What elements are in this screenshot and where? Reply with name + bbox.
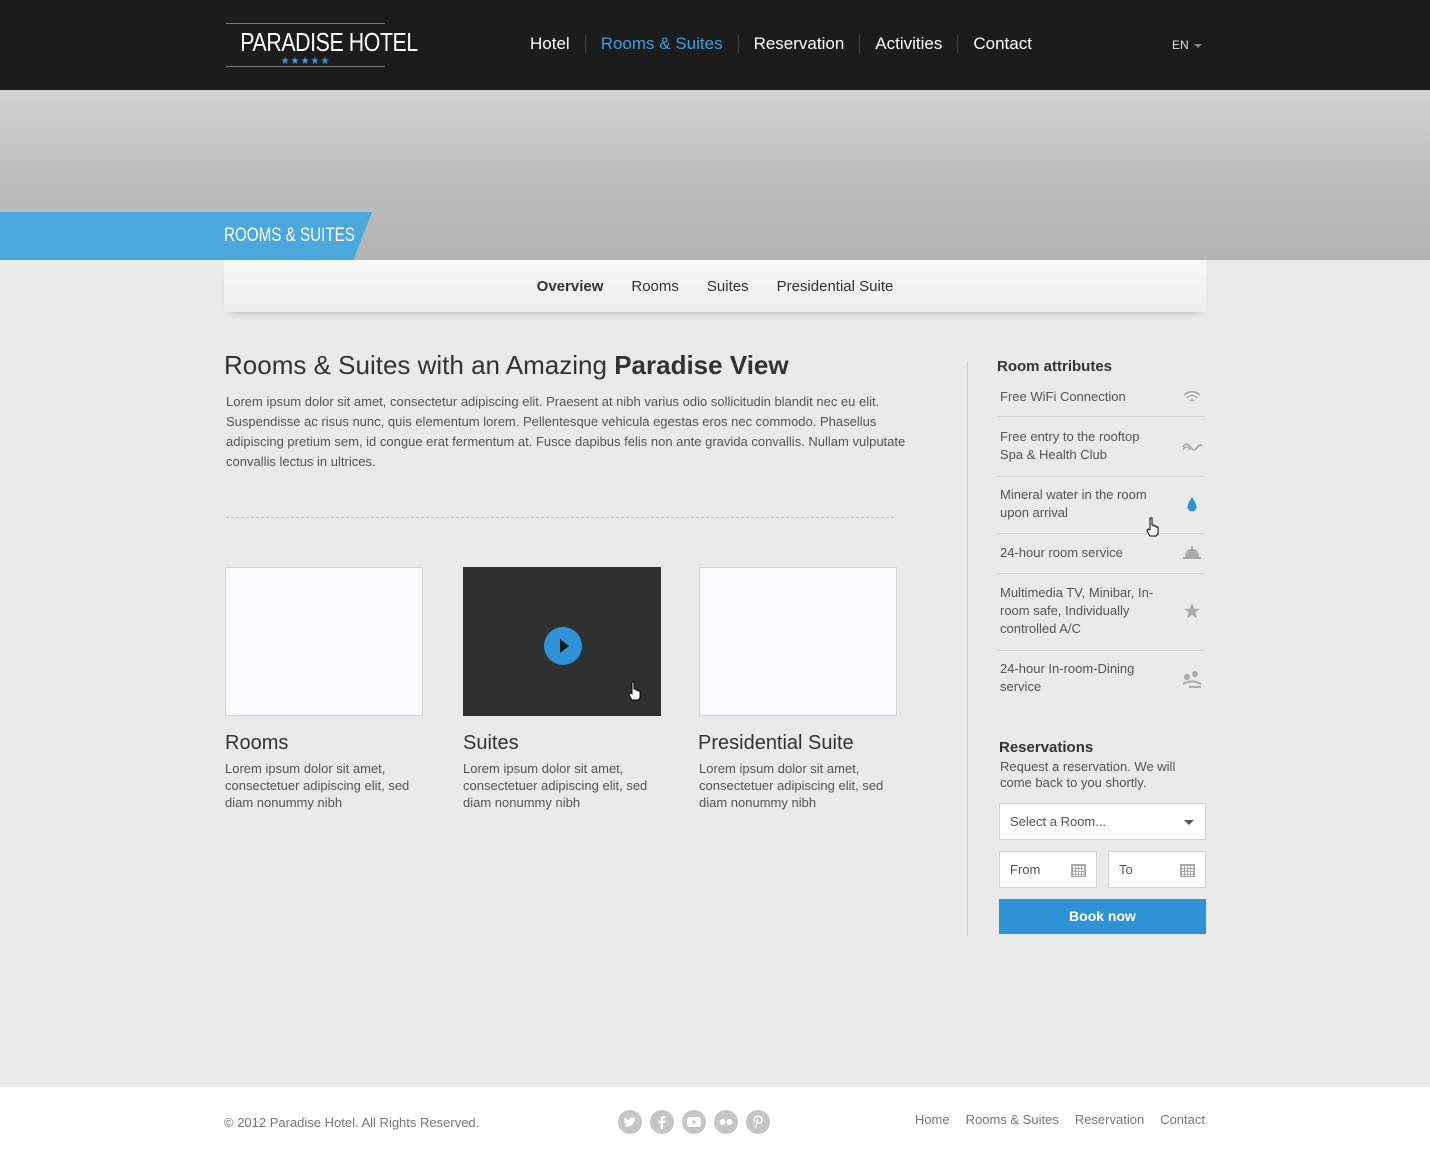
card-title[interactable]: Rooms [225, 732, 423, 755]
nav-item-contact[interactable]: Contact [957, 34, 1047, 54]
star-icon [1181, 600, 1203, 622]
spa-icon [1181, 436, 1203, 458]
card-title[interactable]: Presidential Suite [698, 732, 897, 755]
attribute-label: Multimedia TV, Minibar, In-room safe, In… [1000, 585, 1154, 636]
chevron-down-icon [1184, 820, 1194, 825]
footer-link-reservation[interactable]: Reservation [1075, 1112, 1144, 1127]
book-now-button[interactable]: Book now [999, 899, 1206, 934]
attribute-item: Multimedia TV, Minibar, In-room safe, In… [997, 574, 1205, 651]
social-links [618, 1110, 770, 1134]
footer-link-contact[interactable]: Contact [1160, 1112, 1205, 1127]
nav-item-reservation[interactable]: Reservation [737, 34, 860, 54]
footer-link-rooms-suites[interactable]: Rooms & Suites [966, 1112, 1059, 1127]
card-rooms: Rooms Lorem ipsum dolor sit amet, consec… [225, 567, 423, 811]
from-date-field[interactable]: From [999, 851, 1097, 888]
reservations-heading: Reservations [999, 739, 1094, 756]
presidential-suite-thumbnail[interactable] [699, 567, 897, 716]
attribute-item: 24-hour In-room-Dining service [997, 651, 1205, 707]
section-heading: Rooms & Suites with an Amazing Paradise … [224, 350, 789, 381]
attribute-label: 24-hour In-room-Dining service [1000, 661, 1135, 694]
youtube-icon[interactable] [682, 1110, 706, 1134]
logo-stars: ★★★★★ [280, 56, 331, 67]
facebook-icon[interactable] [650, 1110, 674, 1134]
main-nav: Hotel Rooms & Suites Reservation Activit… [515, 34, 1047, 54]
card-suites: Suites Lorem ipsum dolor sit amet, conse… [463, 567, 661, 811]
attribute-item: Mineral water in the room upon arrival [997, 477, 1205, 534]
wifi-icon [1181, 386, 1203, 408]
logo-text: PARADISE HOTEL [240, 27, 418, 57]
intro-paragraph: Lorem ipsum dolor sit amet, consectetur … [226, 394, 906, 469]
reservations-subtitle: Request a reservation. We will come back… [1000, 759, 1176, 790]
page-title: ROOMS & SUITES [224, 225, 355, 246]
attribute-label: 24-hour room service [1000, 545, 1123, 560]
hotel-logo[interactable]: PARADISE HOTEL ★★★★★ [226, 23, 418, 67]
play-icon[interactable] [544, 627, 582, 665]
attribute-label: Free entry to the rooftop Spa & Health C… [1000, 429, 1140, 462]
page-title-banner: ROOMS & SUITES [0, 212, 372, 260]
service-bell-icon [1181, 542, 1203, 564]
nav-item-hotel[interactable]: Hotel [515, 34, 585, 54]
card-description: Lorem ipsum dolor sit amet, consectetuer… [699, 761, 884, 810]
water-drop-icon [1181, 494, 1203, 516]
attribute-item: Free WiFi Connection [997, 380, 1205, 417]
footer-link-home[interactable]: Home [915, 1112, 950, 1127]
attribute-item: 24-hour room service [997, 534, 1205, 574]
from-date-placeholder: From [1010, 862, 1041, 877]
attribute-label: Free WiFi Connection [1000, 389, 1126, 404]
site-header: PARADISE HOTEL ★★★★★ Hotel Rooms & Suite… [0, 0, 1430, 90]
site-footer: © 2012 Paradise Hotel. All Rights Reserv… [0, 1087, 1430, 1154]
attribute-label: Mineral water in the room upon arrival [1000, 487, 1147, 520]
nav-item-activities[interactable]: Activities [859, 34, 957, 54]
nav-item-rooms-suites[interactable]: Rooms & Suites [584, 34, 738, 54]
tab-suites[interactable]: Suites [707, 278, 749, 295]
pinterest-icon[interactable] [746, 1110, 770, 1134]
attribute-item: Free entry to the rooftop Spa & Health C… [997, 417, 1205, 477]
twitter-icon[interactable] [618, 1110, 642, 1134]
sidebar-divider [967, 361, 968, 936]
hero-banner-area: ROOMS & SUITES [0, 90, 1430, 260]
sub-navigation: Overview Rooms Suites Presidential Suite [224, 260, 1206, 312]
card-title[interactable]: Suites [463, 732, 661, 755]
calendar-icon[interactable] [1180, 864, 1195, 877]
card-description: Lorem ipsum dolor sit amet, consectetuer… [463, 761, 648, 810]
calendar-icon[interactable] [1071, 864, 1086, 877]
room-attributes-heading: Room attributes [997, 358, 1113, 375]
caret-down-icon [1193, 43, 1202, 48]
copyright-text: © 2012 Paradise Hotel. All Rights Reserv… [224, 1115, 480, 1130]
to-date-placeholder: To [1119, 862, 1133, 877]
tab-overview[interactable]: Overview [537, 278, 604, 295]
card-description: Lorem ipsum dolor sit amet, consectetuer… [225, 761, 410, 810]
to-date-field[interactable]: To [1108, 851, 1206, 888]
rooms-thumbnail[interactable] [225, 567, 423, 716]
tab-presidential-suite[interactable]: Presidential Suite [777, 278, 894, 295]
flickr-icon[interactable] [714, 1110, 738, 1134]
room-select-value: Select a Room... [1010, 814, 1107, 829]
room-select[interactable]: Select a Room... [999, 803, 1206, 840]
card-presidential-suite: Presidential Suite Lorem ipsum dolor sit… [698, 567, 897, 811]
section-heading-bold: Paradise View [614, 350, 789, 380]
footer-nav: Home Rooms & Suites Reservation Contact [915, 1112, 1205, 1127]
suites-video-thumbnail[interactable] [463, 567, 661, 716]
language-label: EN [1172, 38, 1189, 52]
dining-icon [1181, 668, 1203, 690]
section-heading-regular: Rooms & Suites with an Amazing [224, 350, 615, 380]
tab-rooms[interactable]: Rooms [631, 278, 679, 295]
language-selector[interactable]: EN [1172, 38, 1202, 52]
dashed-divider [226, 517, 894, 518]
